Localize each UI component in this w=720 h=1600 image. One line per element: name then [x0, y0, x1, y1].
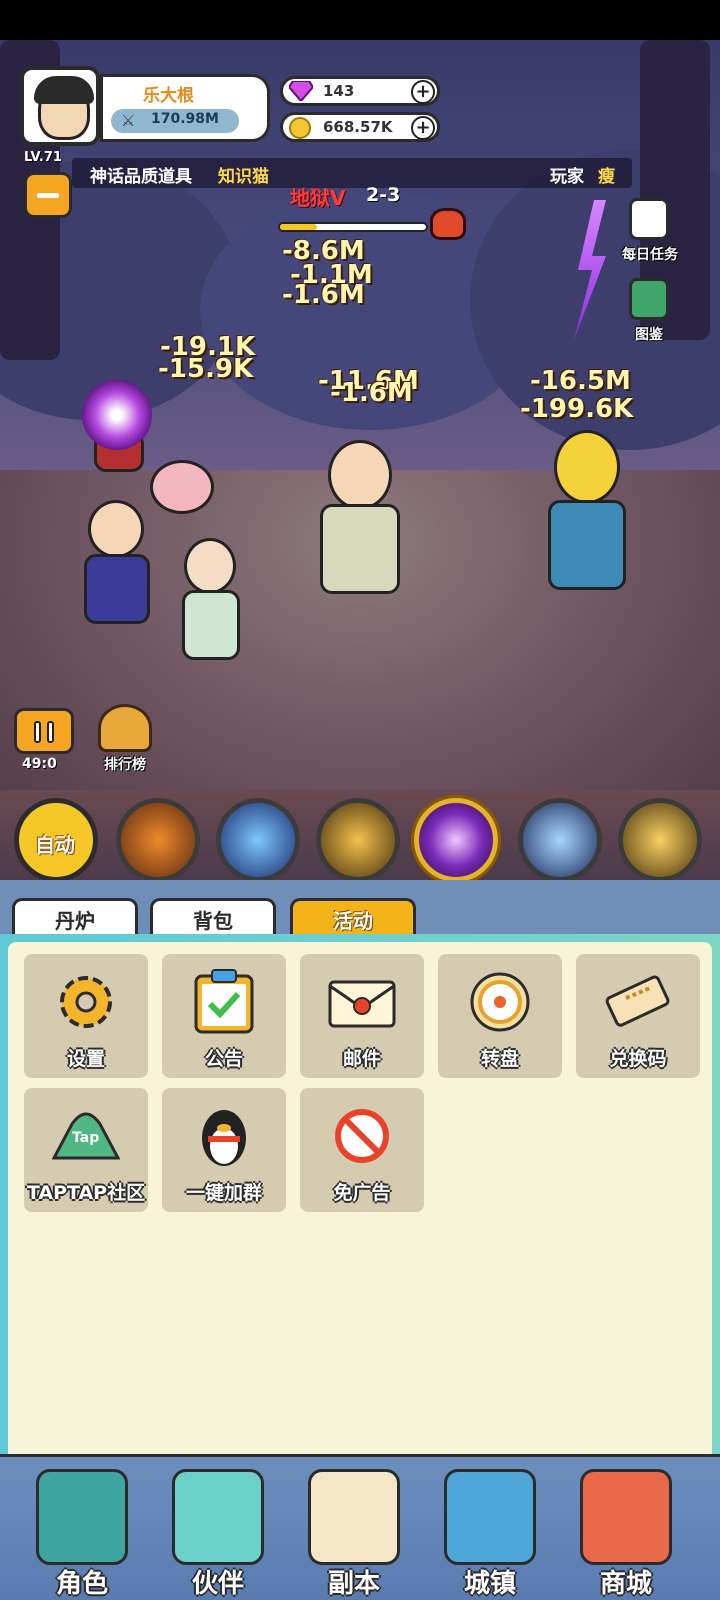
- mail-label: 邮件: [342, 1048, 381, 1070]
- daily-tasks-button[interactable]: 每日任务: [622, 198, 678, 264]
- notice-button[interactable]: 公告: [162, 954, 286, 1078]
- nav-dungeon-label: 副本: [327, 1569, 380, 1599]
- join-group-label: 一键加群: [185, 1182, 262, 1204]
- power-bar: ⚔ 170.98M: [111, 109, 239, 133]
- auto-label: 自动: [35, 833, 75, 857]
- character-nav-icon: [36, 1469, 128, 1565]
- damage-number: -1.6M: [330, 378, 413, 408]
- taptap-icon: Tap: [52, 1112, 120, 1160]
- pause-button[interactable]: [14, 708, 74, 754]
- tab-bar: 丹炉 背包 活动: [0, 880, 720, 946]
- stage-title: 地狱V: [290, 186, 346, 210]
- coin-icon: [289, 117, 311, 139]
- damage-number: -199.6K: [520, 394, 634, 424]
- marquee-item-owner: 知识猫: [218, 167, 269, 187]
- coin-counter: 668.57K +: [280, 112, 440, 142]
- envelope-icon: [328, 980, 396, 1028]
- taptap-community-button[interactable]: Tap TAPTAP社区: [24, 1088, 148, 1212]
- settings-label: 设置: [66, 1048, 105, 1070]
- gem-counter: 143 +: [280, 76, 440, 106]
- pause-icon: [47, 721, 54, 743]
- bottom-nav: 角色 伙伴 副本 城镇 商城: [0, 1454, 720, 1600]
- damage-number: -15.9K: [158, 354, 254, 384]
- add-coins-button[interactable]: +: [411, 116, 435, 140]
- podium-icon: [98, 704, 152, 752]
- no-ads-label: 免广告: [333, 1182, 391, 1204]
- wheel-label: 转盘: [480, 1048, 519, 1070]
- settings-button[interactable]: 设置: [24, 954, 148, 1078]
- announcement-marquee: 神话品质道具 知识猫 玩家 瘦: [72, 158, 632, 188]
- leaderboard-button[interactable]: 排行榜: [92, 704, 158, 774]
- redeem-code-label: 兑换码: [609, 1048, 667, 1070]
- nav-town[interactable]: 城镇: [430, 1465, 550, 1599]
- encyclopedia-label: 图鉴: [635, 327, 663, 343]
- partner-nav-icon: [172, 1469, 264, 1565]
- taptap-community-label: TAPTAP社区: [26, 1182, 146, 1204]
- scroll-map-icon: [308, 1469, 400, 1565]
- penguin-icon: [202, 1110, 246, 1166]
- svg-text:Tap: Tap: [72, 1130, 99, 1146]
- player-name-plate: 乐大根 ⚔ 170.98M: [100, 74, 270, 142]
- task-list-icon: [629, 198, 669, 240]
- player-level: LV.71: [24, 150, 62, 165]
- notice-label: 公告: [204, 1048, 243, 1070]
- skill-bar: 自动: [0, 790, 720, 882]
- daily-tasks-label: 每日任务: [622, 247, 678, 263]
- stage-progress: [278, 222, 428, 232]
- nav-partner-label: 伙伴: [191, 1569, 244, 1599]
- battle-scene: LV.71 乐大根 ⚔ 170.98M 143 + 668.57K + 神话品质…: [0, 40, 720, 830]
- add-gems-button[interactable]: +: [411, 80, 435, 104]
- marquee-player-name: 瘦: [598, 167, 615, 187]
- coin-value: 668.57K: [323, 118, 393, 136]
- redeem-code-button[interactable]: 兑换码: [576, 954, 700, 1078]
- encyclopedia-button[interactable]: 图鉴: [622, 278, 676, 344]
- wheel-button[interactable]: 转盘: [438, 954, 562, 1078]
- menu-button[interactable]: [24, 172, 72, 218]
- boss-icon: [430, 208, 466, 240]
- ice-card-skill-icon[interactable]: [518, 798, 602, 882]
- ticket-icon: [605, 975, 670, 1027]
- nav-character-label: 角色: [55, 1569, 108, 1599]
- nav-character[interactable]: 角色: [22, 1465, 142, 1599]
- purple-orb-effect: [82, 380, 152, 450]
- stage-number: 2-3: [366, 184, 401, 206]
- gem-value: 143: [323, 82, 355, 100]
- nav-partner[interactable]: 伙伴: [158, 1465, 278, 1599]
- shop-building-icon: [580, 1469, 672, 1565]
- no-ads-button[interactable]: 免广告: [300, 1088, 424, 1212]
- auto-skill-button[interactable]: 自动: [14, 798, 98, 882]
- nav-town-label: 城镇: [463, 1569, 516, 1599]
- player-avatar[interactable]: [20, 66, 100, 146]
- nav-dungeon[interactable]: 副本: [294, 1465, 414, 1599]
- damage-number: -16.5M: [530, 366, 631, 396]
- book-icon: [629, 278, 669, 320]
- gem-icon: [289, 81, 313, 101]
- pagoda-icon: [444, 1469, 536, 1565]
- join-group-button[interactable]: 一键加群: [162, 1088, 286, 1212]
- nav-shop[interactable]: 商城: [566, 1465, 686, 1599]
- power-value: 170.98M: [151, 111, 219, 127]
- minus-icon: [37, 193, 59, 198]
- nav-shop-label: 商城: [599, 1569, 652, 1599]
- player-name: 乐大根: [143, 86, 194, 106]
- muscle-skill-icon[interactable]: [116, 798, 200, 882]
- activity-panel: 设置 公告 邮件 转盘 兑换码 Tap TAPTAP社区 一键加群 免广告: [0, 934, 720, 1454]
- battle-timer: 49:0: [22, 756, 57, 772]
- purple-orb-skill-icon[interactable]: [414, 798, 498, 882]
- lightning-skill-icon[interactable]: [316, 798, 400, 882]
- clipboard-check-icon: [194, 969, 254, 1034]
- mail-button[interactable]: 邮件: [300, 954, 424, 1078]
- no-ads-icon: [335, 1109, 389, 1163]
- damage-number: -1.6M: [282, 280, 365, 310]
- gold-swords-skill-icon[interactable]: [618, 798, 702, 882]
- wheel-icon: [470, 972, 530, 1032]
- gear-icon: [60, 976, 112, 1028]
- sword-icon: ⚔: [121, 111, 136, 130]
- stage-progress-fill: [280, 224, 317, 230]
- leaderboard-label: 排行榜: [104, 757, 146, 773]
- marquee-prefix: 神话品质道具: [90, 167, 192, 187]
- marquee-player-label: 玩家: [550, 167, 584, 187]
- blue-fire-skill-icon[interactable]: [216, 798, 300, 882]
- pause-icon: [34, 721, 41, 743]
